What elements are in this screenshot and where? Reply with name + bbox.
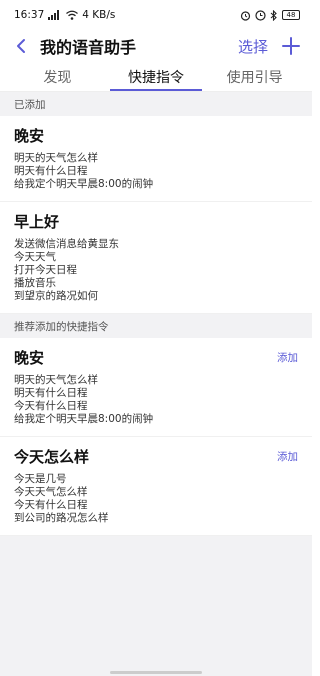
select-button[interactable]: 选择 — [238, 36, 268, 57]
home-indicator[interactable] — [110, 671, 202, 674]
network-speed: 4 KB/s — [82, 9, 116, 21]
signal-icon — [48, 10, 62, 20]
card-line: 明天有什么日程 — [14, 165, 88, 177]
tab-bar: 发现 快捷指令 使用引导 — [0, 62, 312, 92]
status-left: 16:37 4 KB/s — [14, 9, 115, 21]
status-bar: 16:37 4 KB/s 48 — [0, 0, 312, 30]
bluetooth-icon — [270, 9, 278, 21]
card-line: 今天有什么日程 — [14, 499, 88, 511]
section-header-recommended: 推荐添加的快捷指令 — [0, 314, 312, 338]
tab-shortcuts[interactable]: 快捷指令 — [107, 62, 206, 91]
tab-guide[interactable]: 使用引导 — [205, 62, 304, 91]
card-line: 给我定个明天早晨8:00的闹钟 — [14, 413, 154, 425]
card-title: 早上好 — [14, 213, 60, 231]
card-title: 今天怎么样 — [14, 448, 90, 466]
card-title: 晚安 — [14, 349, 45, 367]
card-line: 明天有什么日程 — [14, 387, 88, 399]
status-time: 16:37 — [14, 9, 45, 21]
wifi-icon — [66, 10, 79, 20]
empty-area — [0, 536, 312, 676]
chevron-left-icon — [17, 39, 25, 53]
recommended-card[interactable]: 今天怎么样 添加 今天是几号 今天天气怎么样 今天有什么日程 到公司的路况怎么样 — [0, 437, 312, 536]
app-bar: 我的语音助手 选择 — [0, 30, 312, 62]
section-header-added: 已添加 — [0, 92, 312, 116]
card-line: 今天天气怎么样 — [14, 486, 88, 498]
recommended-card[interactable]: 晚安 添加 明天的天气怎么样 明天有什么日程 今天有什么日程 给我定个明天早晨8… — [0, 338, 312, 437]
tab-discover[interactable]: 发现 — [8, 62, 107, 91]
card-line: 给我定个明天早晨8:00的闹钟 — [14, 178, 154, 190]
shortcut-card[interactable]: 晚安 明天的天气怎么样 明天有什么日程 给我定个明天早晨8:00的闹钟 — [0, 116, 312, 202]
add-shortcut-button[interactable]: 添加 — [277, 350, 298, 365]
clock-icon — [255, 9, 266, 21]
page-title: 我的语音助手 — [40, 38, 137, 57]
card-line: 明天的天气怎么样 — [14, 374, 98, 386]
status-right: 48 — [240, 9, 300, 21]
alarm-icon — [240, 10, 251, 21]
battery-icon: 48 — [282, 10, 300, 20]
shortcut-card[interactable]: 早上好 发送微信消息给黄显东 今天天气 打开今天日程 播放音乐 到望京的路况如何 — [0, 202, 312, 314]
card-title: 晚安 — [14, 127, 45, 145]
card-line: 到望京的路况如何 — [14, 290, 98, 302]
card-line: 明天的天气怎么样 — [14, 152, 98, 164]
add-button[interactable] — [280, 35, 302, 57]
plus-icon — [282, 37, 300, 55]
card-line: 发送微信消息给黄显东 — [14, 238, 119, 250]
card-line: 今天是几号 — [14, 473, 67, 485]
card-line: 今天天气 — [14, 251, 56, 263]
card-line: 到公司的路况怎么样 — [14, 512, 109, 524]
back-button[interactable] — [10, 35, 32, 57]
card-line: 打开今天日程 — [14, 264, 77, 276]
page: 16:37 4 KB/s 48 我的语音助手 选择 发现 快捷指令 使用引导 已… — [0, 0, 312, 676]
card-line: 今天有什么日程 — [14, 400, 88, 412]
card-line: 播放音乐 — [14, 277, 56, 289]
add-shortcut-button[interactable]: 添加 — [277, 449, 298, 464]
